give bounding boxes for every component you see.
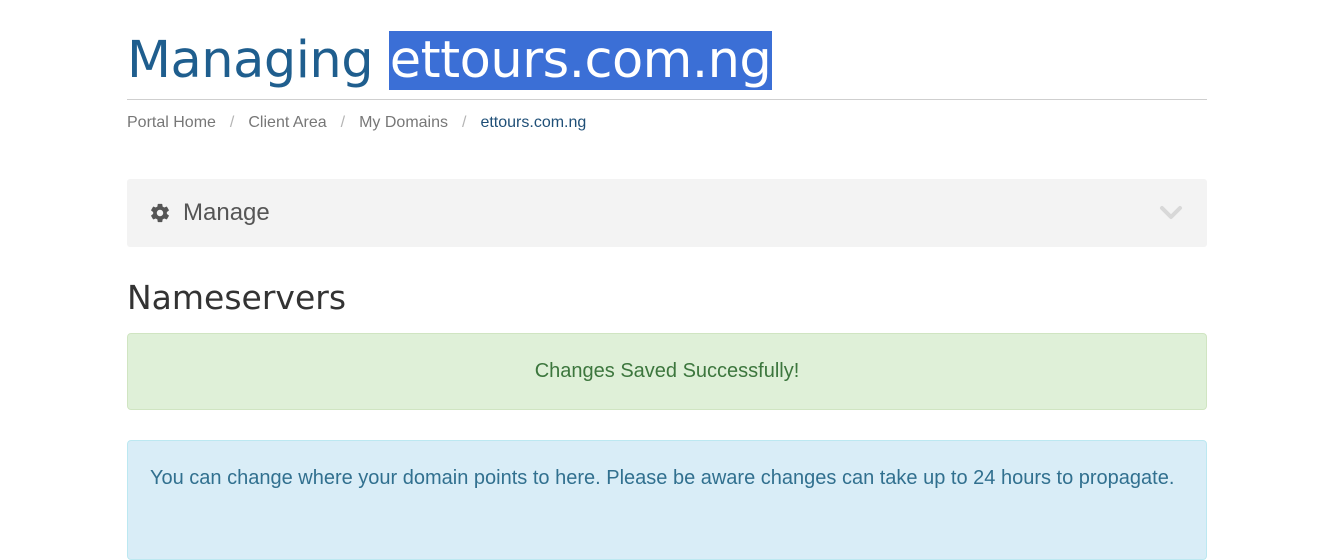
info-alert: You can change where your domain points … [127, 440, 1207, 560]
manage-panel-toggle[interactable]: Manage [127, 179, 1207, 247]
info-alert-text: You can change where your domain points … [150, 467, 1175, 489]
breadcrumb-separator: / [462, 114, 467, 131]
breadcrumb: Portal Home / Client Area / My Domains /… [127, 114, 586, 132]
main-container: Managing ettours.com.ng Portal Home / Cl… [127, 0, 1207, 560]
gear-icon [149, 202, 171, 224]
breadcrumb-current-domain: ettours.com.ng [480, 114, 587, 131]
chevron-down-icon[interactable] [1159, 205, 1183, 221]
breadcrumb-portal-home[interactable]: Portal Home [127, 114, 216, 132]
breadcrumb-separator: / [229, 114, 235, 131]
title-divider [127, 99, 1207, 100]
page-title-prefix: Managing [127, 31, 374, 90]
page-title: Managing ettours.com.ng [127, 0, 1207, 99]
section-title-nameservers: Nameservers [127, 278, 347, 317]
breadcrumb-separator: / [340, 114, 346, 131]
manage-panel-label: Manage [183, 199, 270, 226]
breadcrumb-client-area[interactable]: Client Area [248, 114, 326, 132]
page-title-domain[interactable]: ettours.com.ng [388, 31, 773, 90]
breadcrumb-my-domains[interactable]: My Domains [359, 114, 448, 132]
success-alert: Changes Saved Successfully! [127, 333, 1207, 410]
success-alert-text: Changes Saved Successfully! [534, 360, 800, 382]
